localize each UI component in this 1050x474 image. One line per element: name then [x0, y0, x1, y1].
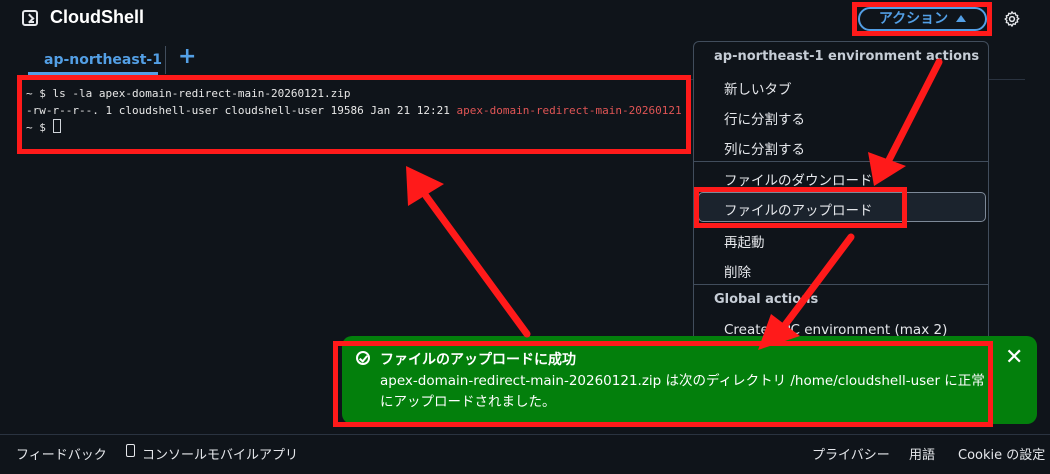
- app-title: CloudShell: [50, 7, 144, 27]
- annotation-box-actions: [852, 2, 992, 36]
- console-mobile-app-link[interactable]: コンソールモバイルアプリ: [142, 444, 298, 463]
- cookie-settings-link[interactable]: Cookie の設定: [958, 444, 1045, 463]
- mobile-icon: [126, 444, 135, 457]
- tab-ap-northeast-1[interactable]: ap-northeast-1: [44, 52, 162, 68]
- menu-item-download-file[interactable]: ファイルのダウンロード: [724, 169, 873, 189]
- annotation-box-flash: [333, 341, 993, 427]
- feedback-link[interactable]: フィードバック: [16, 444, 107, 463]
- menu-item-new-tab[interactable]: 新しいタブ: [724, 78, 792, 98]
- menu-item-delete[interactable]: 削除: [724, 261, 751, 281]
- annotation-box-upload: [694, 187, 907, 228]
- menu-global-header: Global actions: [714, 292, 819, 307]
- menu-item-restart[interactable]: 再起動: [724, 231, 765, 251]
- privacy-link[interactable]: プライバシー: [812, 444, 890, 463]
- annotation-arrow-flash-to-terminal: [422, 192, 531, 338]
- close-icon[interactable]: ✕: [1005, 347, 1023, 369]
- menu-divider: [694, 284, 988, 285]
- gear-icon[interactable]: [1003, 10, 1021, 28]
- cloudshell-icon: [22, 10, 38, 26]
- menu-divider: [694, 161, 988, 162]
- menu-env-header: ap-northeast-1 environment actions: [714, 49, 980, 64]
- tab-divider: [165, 46, 166, 74]
- menu-item-split-rows[interactable]: 行に分割する: [724, 108, 805, 128]
- menu-item-split-columns[interactable]: 列に分割する: [724, 138, 805, 158]
- arrowhead-icon: [406, 166, 444, 206]
- terms-link[interactable]: 用語: [909, 444, 935, 463]
- add-tab-icon[interactable]: +: [178, 44, 196, 69]
- annotation-box-terminal: [17, 75, 691, 154]
